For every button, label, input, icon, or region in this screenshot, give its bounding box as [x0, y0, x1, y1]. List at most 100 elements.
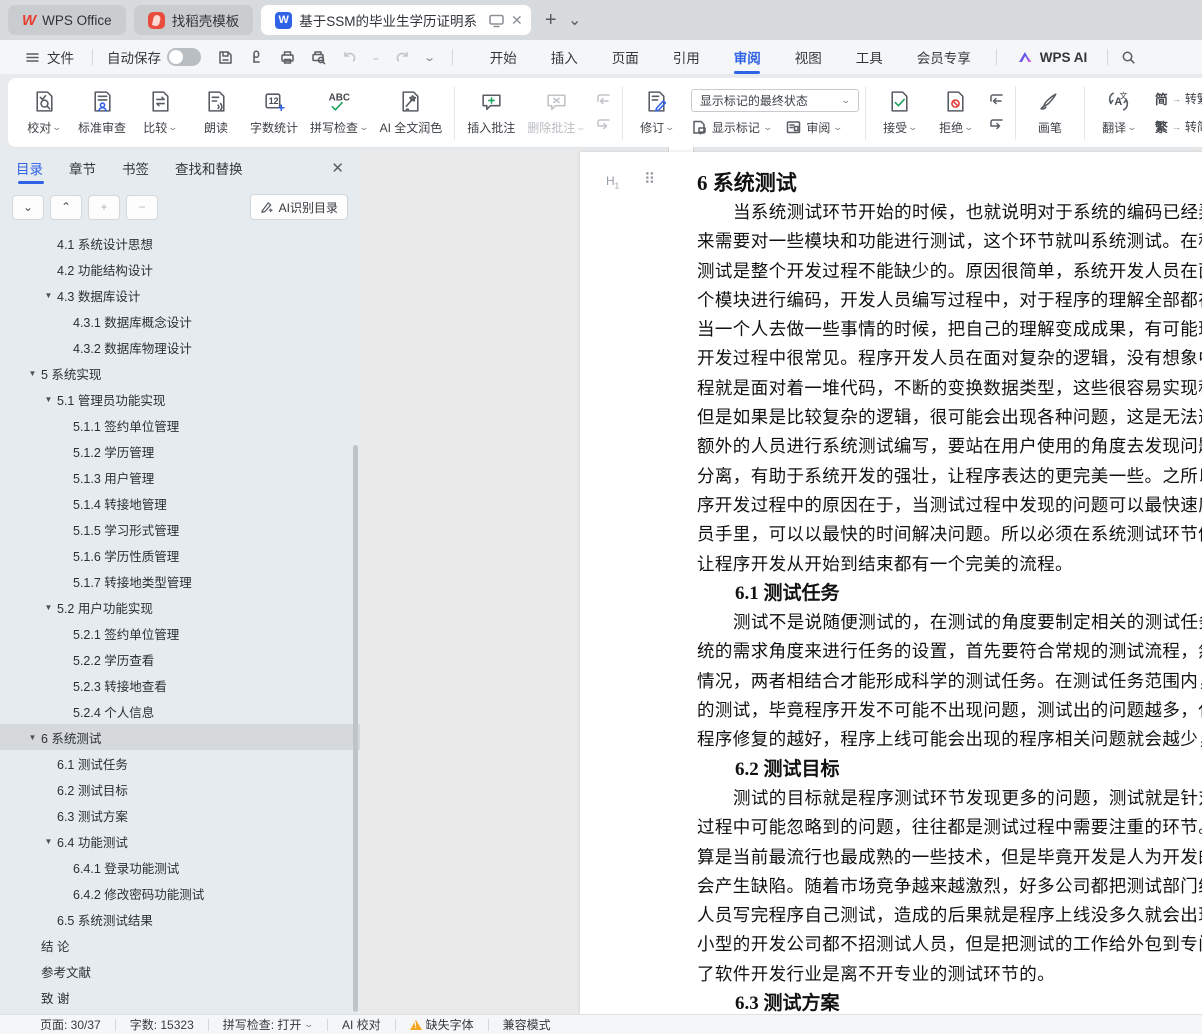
- sidebar-tab-2[interactable]: 书签: [122, 150, 149, 186]
- toc-item[interactable]: 结 论: [0, 932, 360, 958]
- toc-item[interactable]: 5.1.4 转接地管理: [0, 490, 360, 516]
- autosave-toggle[interactable]: [167, 48, 201, 66]
- sidebar-tab-1[interactable]: 章节: [69, 150, 96, 186]
- toc-item[interactable]: 4.3.2 数据库物理设计: [0, 334, 360, 360]
- sidebar-close-icon[interactable]: ✕: [331, 159, 344, 177]
- proofread-button[interactable]: 校对⌄: [16, 82, 72, 144]
- previous-comment-icon[interactable]: [595, 92, 612, 109]
- export-pdf-icon[interactable]: [248, 49, 265, 66]
- print-preview-icon[interactable]: [310, 49, 327, 66]
- toc-item[interactable]: ▼5 系统实现: [0, 360, 360, 386]
- to-simplified-button[interactable]: 繁→ 转简: [1155, 117, 1202, 136]
- tab-document[interactable]: W 基于SSM的毕业生学历证明系 ✕: [261, 5, 531, 35]
- document-content[interactable]: 6 系统测试当系统测试环节开始的时候，也就说明对于系统的编码已经弄得大致来需要对…: [580, 152, 1202, 1014]
- ai-recognize-toc-button[interactable]: AI识别目录: [250, 194, 348, 220]
- toc-item[interactable]: 6.4.1 登录功能测试: [0, 854, 360, 880]
- tab-list-dropdown-icon[interactable]: ⌄: [563, 8, 587, 32]
- ai-polish-button[interactable]: AI 全文润色: [374, 82, 449, 144]
- expand-all-button[interactable]: ⌃: [50, 195, 82, 220]
- delete-comment-button[interactable]: 删除批注⌄: [521, 82, 591, 144]
- toc-item[interactable]: 6.1 测试任务: [0, 750, 360, 776]
- word-count-button[interactable]: 12 字数统计: [244, 82, 304, 144]
- document-page[interactable]: H1 ⠿ 6 系统测试当系统测试环节开始的时候，也就说明对于系统的编码已经弄得大…: [580, 152, 1202, 1014]
- collapse-arrow-icon[interactable]: ▼: [40, 395, 57, 404]
- menu-tab-0[interactable]: 开始: [473, 40, 534, 74]
- toc-item[interactable]: 5.1.7 转接地类型管理: [0, 568, 360, 594]
- track-changes-button[interactable]: 修订⌄: [629, 82, 685, 144]
- word-count-indicator[interactable]: 字数: 15323: [116, 1016, 208, 1033]
- standard-review-button[interactable]: 标准审查: [72, 82, 132, 144]
- toc-item[interactable]: 5.2.1 签约单位管理: [0, 620, 360, 646]
- toc-item[interactable]: 5.1.3 用户管理: [0, 464, 360, 490]
- new-tab-button[interactable]: +: [539, 8, 563, 32]
- redo-icon[interactable]: [394, 49, 411, 66]
- zoom-in-button[interactable]: +: [88, 195, 120, 220]
- collapse-arrow-icon[interactable]: ▼: [40, 603, 57, 612]
- close-tab-icon[interactable]: ✕: [511, 12, 523, 29]
- menu-tab-4[interactable]: 审阅: [717, 40, 778, 74]
- menu-tab-1[interactable]: 插入: [534, 40, 595, 74]
- collapse-arrow-icon[interactable]: ▼: [24, 369, 41, 378]
- ai-proofread-indicator[interactable]: AI 校对: [328, 1016, 395, 1033]
- next-comment-icon[interactable]: [595, 117, 612, 134]
- wps-ai-button[interactable]: WPS AI: [1005, 49, 1100, 66]
- toc-item[interactable]: 6.3 测试方案: [0, 802, 360, 828]
- menu-tab-2[interactable]: 页面: [595, 40, 656, 74]
- toc-item[interactable]: 5.1.1 签约单位管理: [0, 412, 360, 438]
- toc-item[interactable]: 4.3.1 数据库概念设计: [0, 308, 360, 334]
- file-menu[interactable]: 文件: [14, 47, 84, 67]
- toc-item[interactable]: 致 谢: [0, 984, 360, 1008]
- save-icon[interactable]: [217, 49, 234, 66]
- sidebar-tab-0[interactable]: 目录: [16, 150, 43, 186]
- translate-button[interactable]: A文 翻译⌄: [1091, 82, 1147, 144]
- previous-change-icon[interactable]: [988, 92, 1005, 109]
- toc-item[interactable]: ▼5.2 用户功能实现: [0, 594, 360, 620]
- to-traditional-button[interactable]: 简→ 转繁: [1155, 89, 1202, 108]
- missing-font-warning[interactable]: 缺失字体: [396, 1016, 488, 1033]
- toc-item[interactable]: 6.2 测试目标: [0, 776, 360, 802]
- spellcheck-indicator[interactable]: 拼写检查: 打开⌄: [209, 1016, 327, 1033]
- toc-item[interactable]: 5.2.3 转接地查看: [0, 672, 360, 698]
- toc-item[interactable]: 5.2.2 学历查看: [0, 646, 360, 672]
- toc-item[interactable]: 5.1.5 学习形式管理: [0, 516, 360, 542]
- insert-comment-button[interactable]: 插入批注: [461, 82, 521, 144]
- zoom-out-button[interactable]: −: [126, 195, 158, 220]
- menu-tab-5[interactable]: 视图: [778, 40, 839, 74]
- toc-item[interactable]: ▼5.1 管理员功能实现: [0, 386, 360, 412]
- show-markup-button[interactable]: 显示标记⌄: [691, 119, 772, 136]
- spell-check-button[interactable]: ABC 拼写检查⌄: [304, 82, 374, 144]
- markup-state-select[interactable]: 显示标记的最终状态 ⌄: [691, 89, 859, 112]
- menu-tab-7[interactable]: 会员专享: [900, 40, 988, 74]
- collapse-arrow-icon[interactable]: ▼: [40, 291, 57, 300]
- toc-item[interactable]: 5.1.6 学历性质管理: [0, 542, 360, 568]
- tab-docer[interactable]: 找稻壳模板: [134, 5, 254, 35]
- reject-button[interactable]: 拒绝⌄: [928, 82, 984, 144]
- search-icon[interactable]: [1120, 49, 1137, 66]
- toc-item[interactable]: ▼6.4 功能测试: [0, 828, 360, 854]
- next-change-icon[interactable]: [988, 117, 1005, 134]
- toc-item[interactable]: 4.2 功能结构设计: [0, 256, 360, 282]
- accept-button[interactable]: 接受⌄: [872, 82, 928, 144]
- collapse-all-button[interactable]: ⌄: [12, 195, 44, 220]
- menu-tab-3[interactable]: 引用: [656, 40, 717, 74]
- toc-item[interactable]: ▼4.3 数据库设计: [0, 282, 360, 308]
- toc-item[interactable]: 参考文献: [0, 958, 360, 984]
- toc-item[interactable]: 5.2.4 个人信息: [0, 698, 360, 724]
- undo-icon[interactable]: [341, 49, 358, 66]
- menu-tab-6[interactable]: 工具: [839, 40, 900, 74]
- brush-button[interactable]: 画笔: [1022, 82, 1078, 144]
- toc-item[interactable]: 4.1 系统设计思想: [0, 230, 360, 256]
- page-indicator[interactable]: 页面: 30/37: [40, 1016, 115, 1033]
- collapse-arrow-icon[interactable]: ▼: [24, 733, 41, 742]
- tab-wps-home[interactable]: W WPS Office: [8, 5, 126, 35]
- toc-item[interactable]: ▼6 系统测试: [0, 724, 360, 750]
- print-icon[interactable]: [279, 49, 296, 66]
- compare-button[interactable]: 比较⌄: [132, 82, 188, 144]
- toolbar-dropdown-icon[interactable]: ⌄: [423, 51, 436, 64]
- undo-dropdown-icon[interactable]: ⌄: [370, 52, 381, 63]
- toc-item[interactable]: 6.5 系统测试结果: [0, 906, 360, 932]
- toc-item[interactable]: 6.4.2 修改密码功能测试: [0, 880, 360, 906]
- sidebar-scrollbar[interactable]: [353, 445, 358, 1012]
- collapse-arrow-icon[interactable]: ▼: [40, 837, 57, 846]
- toc-item[interactable]: 5.1.2 学历管理: [0, 438, 360, 464]
